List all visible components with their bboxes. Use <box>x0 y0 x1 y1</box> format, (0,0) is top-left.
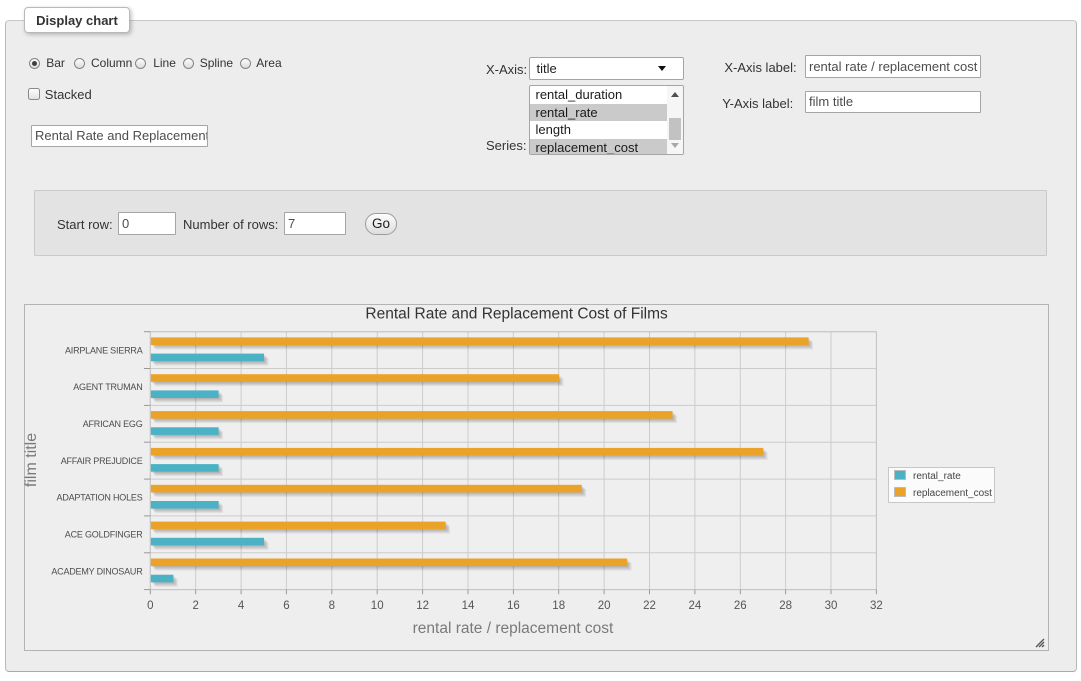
svg-text:rental rate / replacement cost: rental rate / replacement cost <box>413 620 614 637</box>
svg-text:ACE GOLDFINGER: ACE GOLDFINGER <box>65 530 143 540</box>
svg-text:10: 10 <box>371 600 384 612</box>
svg-text:replacement_cost: replacement_cost <box>913 488 992 499</box>
svg-text:AIRPLANE SIERRA: AIRPLANE SIERRA <box>65 345 143 355</box>
svg-text:ADAPTATION HOLES: ADAPTATION HOLES <box>57 493 143 503</box>
svg-text:14: 14 <box>462 600 475 612</box>
svg-text:film title: film title <box>24 433 40 487</box>
svg-text:AFRICAN EGG: AFRICAN EGG <box>83 419 143 429</box>
svg-text:20: 20 <box>598 600 611 612</box>
svg-text:Rental Rate and Replacement Co: Rental Rate and Replacement Cost of Film… <box>365 306 668 323</box>
svg-text:16: 16 <box>507 600 520 612</box>
svg-text:6: 6 <box>283 600 289 612</box>
svg-text:26: 26 <box>734 600 747 612</box>
svg-text:4: 4 <box>238 600 245 612</box>
svg-text:AGENT TRUMAN: AGENT TRUMAN <box>73 382 142 392</box>
svg-text:2: 2 <box>192 600 198 612</box>
svg-text:AFFAIR PREJUDICE: AFFAIR PREJUDICE <box>61 456 143 466</box>
svg-text:12: 12 <box>416 600 429 612</box>
svg-text:8: 8 <box>329 600 335 612</box>
svg-text:28: 28 <box>779 600 792 612</box>
svg-text:30: 30 <box>825 600 838 612</box>
svg-text:0: 0 <box>147 600 153 612</box>
svg-text:rental_rate: rental_rate <box>913 471 961 482</box>
svg-text:32: 32 <box>870 600 883 612</box>
svg-text:ACADEMY DINOSAUR: ACADEMY DINOSAUR <box>51 566 143 576</box>
svg-text:24: 24 <box>689 600 702 612</box>
svg-text:18: 18 <box>552 600 565 612</box>
svg-text:22: 22 <box>643 600 656 612</box>
